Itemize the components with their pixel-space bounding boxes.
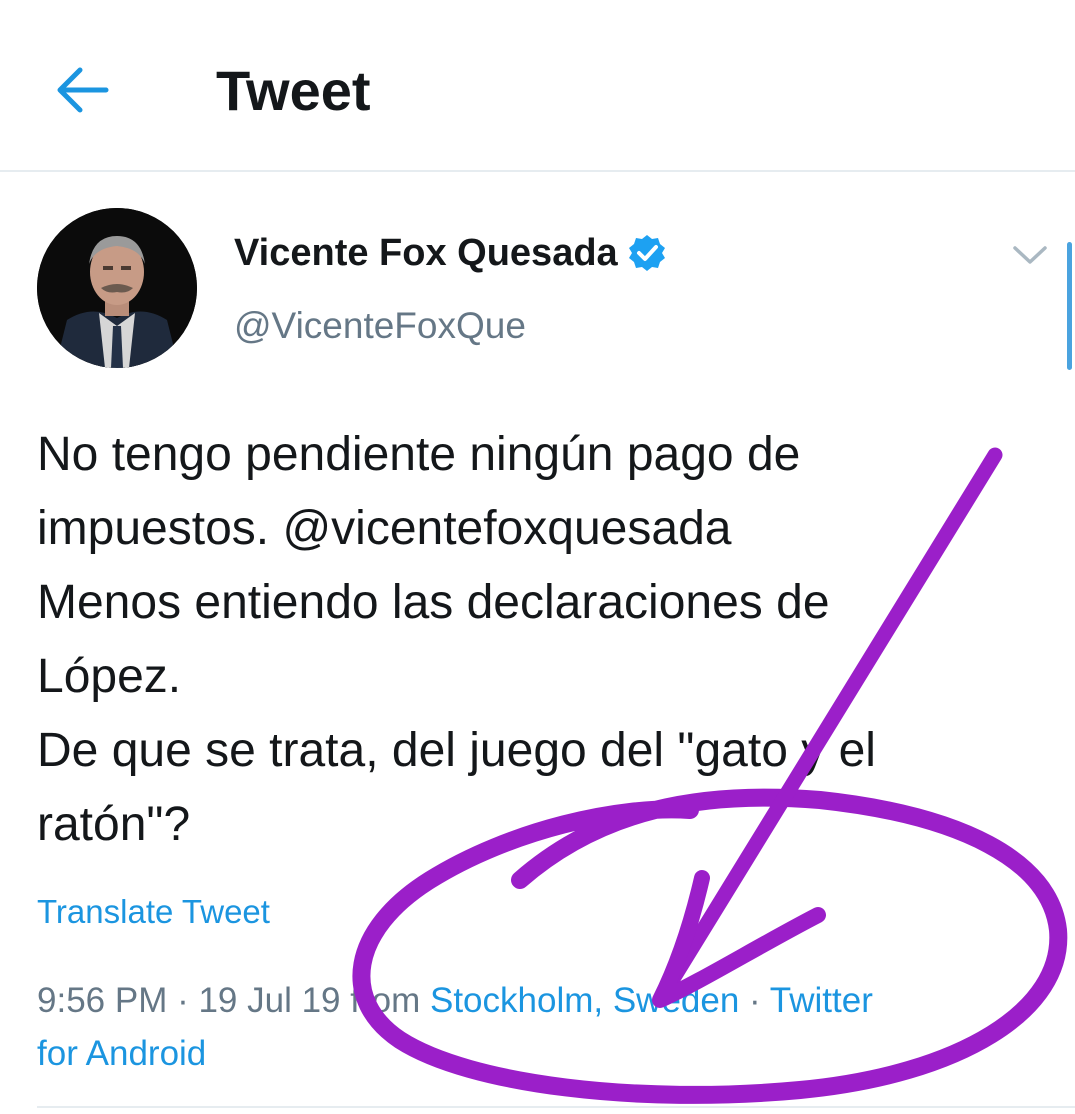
tweet-text-line: De que se trata, del juego del "gato y e… bbox=[37, 724, 876, 777]
tweet-text-line: No tengo pendiente ningún pago de bbox=[37, 428, 801, 481]
tweet-text-line: Menos entiendo las declaraciones de bbox=[37, 576, 830, 629]
page-title: Tweet bbox=[216, 59, 371, 122]
verified-badge-icon bbox=[629, 235, 665, 271]
arrow-left-icon bbox=[57, 67, 109, 113]
tweet-meta: 9:56 PM · 19 Jul 19 from Stockholm, Swed… bbox=[37, 974, 1047, 1080]
avatar[interactable] bbox=[37, 208, 197, 368]
chevron-down-icon[interactable] bbox=[1010, 240, 1050, 270]
meta-separator: · bbox=[167, 981, 199, 1020]
tweet-location-link[interactable]: Stockholm, Sweden bbox=[430, 981, 739, 1020]
tweet-text-line: López. bbox=[37, 650, 182, 703]
divider bbox=[37, 1106, 1075, 1108]
tweet-client-link[interactable]: Twitter bbox=[770, 981, 873, 1020]
tweet-text: No tengo pendiente ningún pago de impues… bbox=[37, 418, 1057, 862]
tweet-date: 19 Jul 19 bbox=[198, 981, 341, 1020]
back-button[interactable] bbox=[50, 60, 120, 120]
author-display-name[interactable]: Vicente Fox Quesada bbox=[234, 232, 618, 275]
tweet-time: 9:56 PM bbox=[37, 981, 168, 1020]
from-label: from bbox=[340, 981, 430, 1020]
app-header: Tweet bbox=[0, 0, 1075, 172]
tweet-text-line: ratón"? bbox=[37, 798, 191, 851]
tweet-meta-line-1: 9:56 PM · 19 Jul 19 from Stockholm, Swed… bbox=[37, 974, 1047, 1027]
tweet-text-line: impuestos. @vicentefoxquesada bbox=[37, 502, 732, 555]
meta-separator: · bbox=[739, 981, 770, 1020]
tweet-client-link-continued[interactable]: for Android bbox=[37, 1027, 1047, 1080]
profile-photo bbox=[37, 208, 197, 368]
scrollbar[interactable] bbox=[1067, 242, 1072, 370]
translate-tweet-link[interactable]: Translate Tweet bbox=[37, 893, 270, 931]
author-handle[interactable]: @VicenteFoxQue bbox=[234, 305, 526, 347]
